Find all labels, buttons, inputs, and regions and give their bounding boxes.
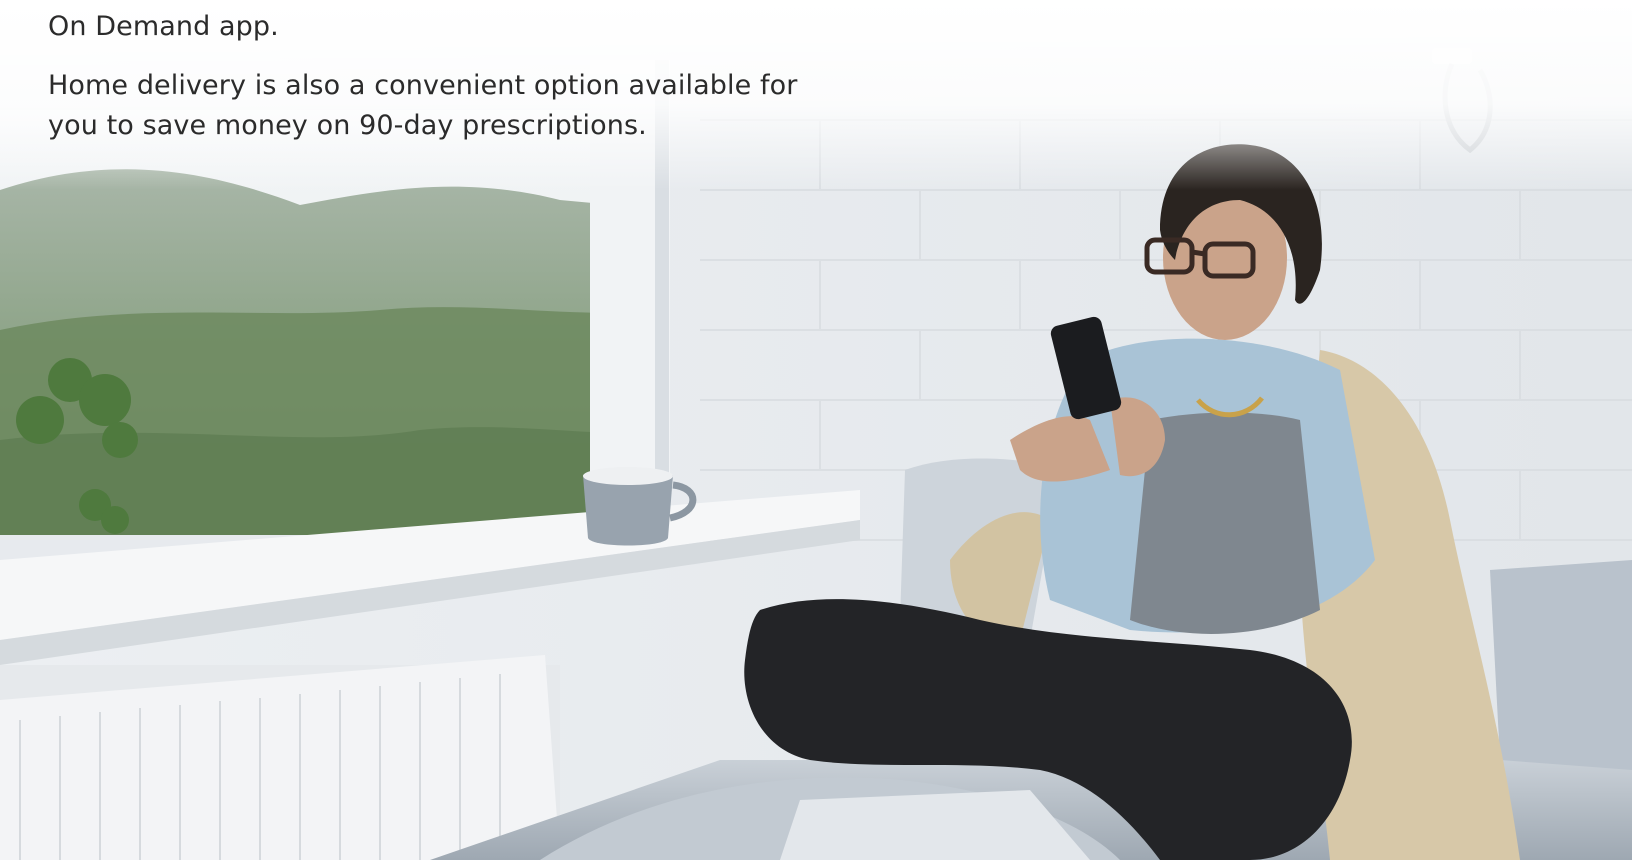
paragraph-1: On Demand app. [48, 7, 279, 47]
paragraph-2-line-1: Home delivery is also a convenient optio… [48, 70, 798, 101]
paragraph-2-line-2: you to save money on 90-day prescription… [48, 110, 647, 141]
pillow-right [1490, 560, 1632, 770]
paragraph-2: Home delivery is also a convenient optio… [48, 66, 797, 146]
paragraph-1-line: On Demand app. [48, 11, 279, 42]
